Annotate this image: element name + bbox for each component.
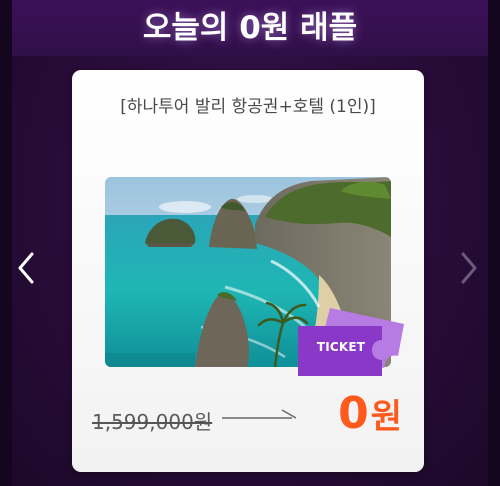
sale-price-unit: 원 bbox=[370, 397, 402, 437]
prev-button[interactable] bbox=[14, 250, 38, 286]
chevron-right-icon bbox=[461, 252, 477, 284]
sale-price-value: 0 bbox=[338, 388, 369, 439]
sale-price: 0원 bbox=[338, 388, 402, 439]
ticket-label: TICKET bbox=[316, 340, 366, 354]
title-band: 오늘의 0원 래플 bbox=[12, 0, 488, 56]
left-frame-edge bbox=[0, 0, 12, 486]
next-button[interactable] bbox=[457, 250, 481, 286]
page-title: 오늘의 0원 래플 bbox=[142, 10, 358, 46]
chevron-left-icon bbox=[18, 252, 34, 284]
price-arrow-icon bbox=[222, 409, 297, 419]
original-price: 1,599,000원 bbox=[92, 410, 213, 434]
raffle-screen: 오늘의 0원 래플 [하나투어 발리 항공권+호텔 (1인)] TICKET 1… bbox=[0, 0, 500, 486]
prize-name: [하나투어 발리 항공권+호텔 (1인)] bbox=[120, 97, 376, 117]
ticket-badge: TICKET bbox=[296, 306, 408, 378]
raffle-card[interactable]: [하나투어 발리 항공권+호텔 (1인)] TICKET 1,599,000원 … bbox=[72, 70, 424, 472]
right-frame-edge bbox=[488, 0, 500, 486]
